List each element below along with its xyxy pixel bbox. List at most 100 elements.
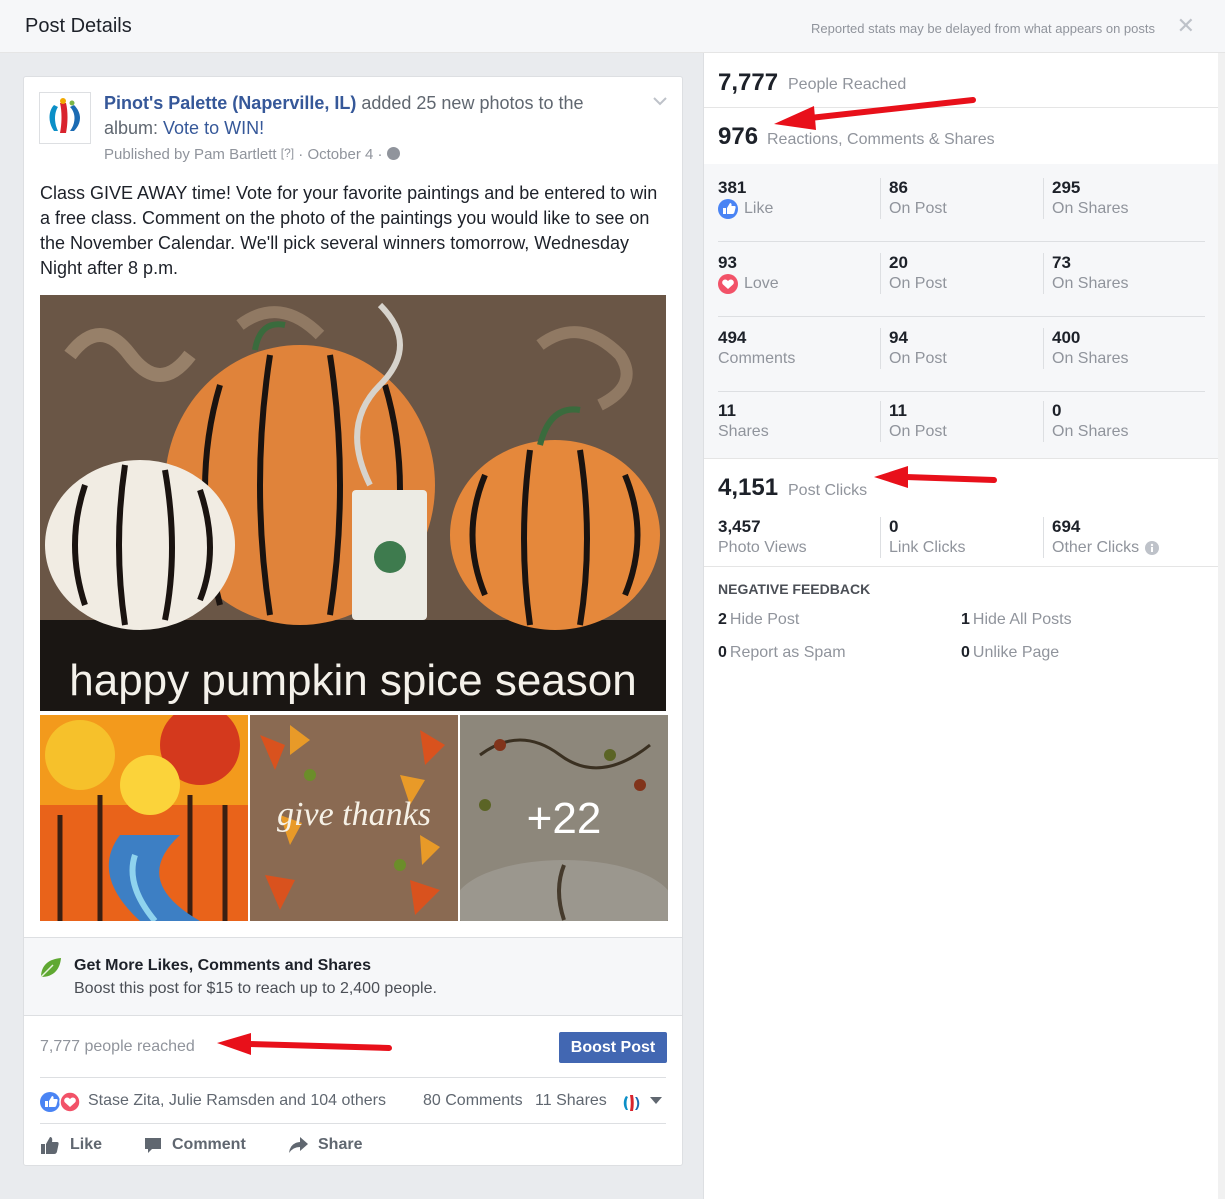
- love-icon: [718, 274, 738, 294]
- comment-icon: [145, 1138, 161, 1153]
- on-shares-label: On Shares: [1052, 275, 1129, 292]
- like-icon: [718, 199, 738, 219]
- more-photos-count: +22: [527, 794, 602, 843]
- published-by: Published by Pam Bartlett: [104, 146, 277, 163]
- like-label: Like: [70, 1136, 103, 1153]
- love-label: Love: [744, 275, 779, 292]
- dialog-header: Post Details Reported stats may be delay…: [0, 0, 1225, 53]
- people-reached-text: 7,777 people reached: [40, 1038, 195, 1055]
- reaction-names-link[interactable]: Stase Zita, Julie Ramsden and 104 others: [88, 1092, 386, 1110]
- share-icon: [289, 1137, 308, 1153]
- like-total: 381: [718, 178, 747, 197]
- divider: [40, 1123, 666, 1124]
- shares-total: 11: [718, 401, 736, 420]
- leaf-icon: [40, 958, 61, 978]
- thumbs-up-icon: [41, 1137, 59, 1154]
- share-label: Share: [318, 1136, 363, 1153]
- thumb-2-caption: give thanks: [277, 796, 431, 833]
- comments-total: 494: [718, 328, 747, 347]
- on-post-label: On Post: [889, 275, 947, 292]
- shares-row: 11 Shares 11 On Post 0 On Shares: [718, 391, 1205, 465]
- love-on-shares: 73: [1052, 253, 1071, 272]
- post-body-text: Class GIVE AWAY time! Vote for your favo…: [40, 183, 658, 278]
- boost-post-button[interactable]: Boost Post: [559, 1032, 667, 1063]
- close-icon[interactable]: ✕: [1177, 13, 1195, 39]
- link-clicks-value: 0: [889, 517, 899, 536]
- post-photo-thumb-2[interactable]: give thanks: [250, 715, 458, 921]
- on-shares-label: On Shares: [1052, 423, 1129, 440]
- page-avatar[interactable]: [39, 92, 91, 144]
- shares-on-shares: 0: [1052, 401, 1062, 420]
- engagement-value: 976: [718, 123, 759, 150]
- love-row: 93 Love 20 On Post 73 On Shares: [718, 243, 1205, 317]
- hide-all-posts-stat: 1 Hide All Posts: [961, 611, 1072, 628]
- info-icon[interactable]: [1145, 541, 1160, 555]
- boost-subtitle: Boost this post for $15 to reach up to 2…: [74, 980, 437, 997]
- on-post-label: On Post: [889, 423, 947, 440]
- main-photo-caption: happy pumpkin spice season: [69, 656, 636, 705]
- comments-on-shares: 400: [1052, 328, 1081, 347]
- annotation-arrow-clicks: [874, 466, 997, 488]
- report-spam-stat: 0 Report as Spam: [718, 644, 846, 661]
- post-date[interactable]: October 4: [307, 146, 373, 163]
- on-shares-label: On Shares: [1052, 200, 1129, 217]
- globe-icon: [386, 147, 400, 160]
- post-header: Pinot's Palette (Naperville, IL) added 2…: [104, 91, 624, 141]
- album-link[interactable]: Vote to WIN!: [163, 118, 264, 138]
- comments-row: 494 Comments 94 On Post 400 On Shares: [718, 318, 1205, 392]
- shares-on-post: 11: [889, 401, 907, 420]
- photo-views-value: 3,457: [718, 517, 761, 536]
- share-action[interactable]: Share: [288, 1136, 362, 1154]
- like-row: 381 Like 86 On Post 295 On Shares: [718, 168, 1205, 242]
- boost-banner: Get More Likes, Comments and Shares Boos…: [24, 937, 682, 1016]
- on-post-label: On Post: [889, 200, 947, 217]
- comments-on-post: 94: [889, 328, 908, 347]
- post-photo-more[interactable]: +22: [460, 715, 668, 921]
- post-clicks-value: 4,151: [718, 474, 779, 501]
- like-on-post: 86: [889, 178, 908, 197]
- link-clicks-label: Link Clicks: [889, 539, 966, 556]
- page-logo-icon: [49, 98, 80, 133]
- post-photo-thumb-1[interactable]: [40, 715, 248, 921]
- post-preview-pane: Pinot's Palette (Naperville, IL) added 2…: [0, 53, 703, 1199]
- divider: [40, 1077, 666, 1078]
- engagement-breakdown: 381 Like 86 On Post 295 On Shares 93 Lov…: [704, 164, 1219, 459]
- chevron-down-icon[interactable]: [653, 93, 667, 111]
- unlike-page-stat: 0 Unlike Page: [961, 644, 1060, 661]
- annotation-arrow-engagement: [774, 97, 976, 130]
- scrollbar[interactable]: [1218, 53, 1225, 1199]
- comment-label: Comment: [172, 1136, 246, 1153]
- caret-down-icon[interactable]: [650, 1097, 662, 1104]
- post-meta: Published by Pam Bartlett [?] · October …: [104, 146, 400, 163]
- shares-count-link[interactable]: 11 Shares: [535, 1092, 607, 1109]
- negative-feedback-title: NEGATIVE FEEDBACK: [718, 581, 871, 597]
- post-card: Pinot's Palette (Naperville, IL) added 2…: [23, 76, 683, 1166]
- help-mark[interactable]: [?]: [281, 146, 294, 160]
- comments-label: Comments: [718, 350, 796, 367]
- page-identity-icon[interactable]: [622, 1092, 640, 1112]
- photo-views-label: Photo Views: [718, 539, 807, 556]
- like-label: Like: [744, 200, 774, 217]
- comments-count-link[interactable]: 80 Comments: [423, 1092, 523, 1109]
- love-total: 93: [718, 253, 737, 272]
- post-photo-main[interactable]: happy pumpkin spice season: [40, 295, 666, 711]
- reaction-icons[interactable]: [40, 1091, 84, 1113]
- page-name-link[interactable]: Pinot's Palette (Naperville, IL): [104, 93, 356, 113]
- like-action[interactable]: Like: [40, 1136, 102, 1154]
- like-on-shares: 295: [1052, 178, 1081, 197]
- love-on-post: 20: [889, 253, 908, 272]
- on-shares-label: On Shares: [1052, 350, 1129, 367]
- post-clicks-label: Post Clicks: [788, 482, 868, 499]
- other-clicks-value: 694: [1052, 517, 1081, 536]
- hide-post-stat: 2 Hide Post: [718, 611, 800, 628]
- annotation-arrow-reach: [217, 1033, 392, 1055]
- comment-action[interactable]: Comment: [144, 1136, 246, 1154]
- on-post-label: On Post: [889, 350, 947, 367]
- stats-delay-note: Reported stats may be delayed from what …: [811, 21, 1155, 36]
- stats-pane: 7,777 People Reached 976 Reactions, Comm…: [703, 53, 1219, 1199]
- post-counts: 80 Comments 11 Shares: [423, 1092, 615, 1110]
- other-clicks-label: Other Clicks: [1052, 539, 1140, 556]
- boost-title: Get More Likes, Comments and Shares: [74, 957, 371, 974]
- shares-label: Shares: [718, 423, 769, 440]
- dialog-title: Post Details: [25, 15, 132, 37]
